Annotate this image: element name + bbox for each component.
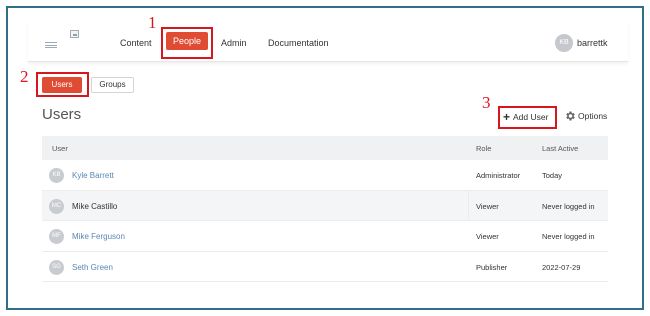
user-role: Viewer	[476, 201, 499, 211]
tab-users[interactable]: Users	[42, 77, 82, 93]
logo-image	[70, 30, 79, 38]
tab-groups[interactable]: Groups	[91, 77, 134, 93]
nav-admin[interactable]: Admin	[221, 38, 247, 48]
add-user-label: Add User	[513, 112, 549, 122]
user-name-link[interactable]: Kyle Barrett	[72, 171, 114, 180]
user-role: Administrator	[476, 171, 521, 180]
nav-content[interactable]: Content	[120, 38, 152, 48]
column-divider	[468, 190, 469, 220]
avatar: MC	[49, 198, 64, 214]
column-header-last-active[interactable]: Last Active	[542, 144, 578, 153]
user-name-link[interactable]: Mike Ferguson	[72, 232, 125, 241]
table-row[interactable]: KB Kyle Barrett Administrator Today	[42, 160, 608, 191]
column-header-role[interactable]: Role	[476, 144, 491, 153]
user-last-active: Never logged in	[542, 201, 595, 211]
users-table: User Role Last Active KB Kyle Barrett Ad…	[42, 136, 608, 282]
page-title: Users	[42, 106, 82, 123]
table-header: User Role Last Active	[42, 136, 608, 160]
options-label: Options	[578, 111, 608, 121]
user-name-link[interactable]: Mike Castillo	[72, 202, 117, 211]
nav-documentation[interactable]: Documentation	[268, 38, 329, 48]
hamburger-menu-icon[interactable]	[45, 42, 57, 48]
plus-icon: +	[503, 110, 511, 124]
user-last-active: Today	[542, 171, 563, 180]
callout-number-2: 2	[20, 67, 29, 86]
callout-number-1: 1	[148, 13, 157, 32]
user-last-active: Never logged in	[542, 232, 595, 241]
options-button[interactable]: Options	[564, 110, 607, 122]
table-row[interactable]: MC Mike Castillo Viewer Never logged in	[42, 190, 608, 221]
avatar: SG	[49, 259, 64, 275]
table-row[interactable]: MF Mike Ferguson Viewer Never logged in	[42, 221, 608, 252]
user-last-active: 2022-07-29	[542, 262, 581, 272]
user-role: Viewer	[476, 232, 499, 241]
avatar: KB	[49, 168, 64, 183]
column-header-user[interactable]: User	[52, 144, 68, 153]
user-avatar[interactable]: KB	[555, 34, 573, 52]
add-user-button[interactable]: + Add User	[503, 110, 548, 124]
avatar: MF	[49, 229, 64, 244]
user-menu-name[interactable]: barrettk	[577, 38, 608, 48]
top-navbar: Content People Admin Documentation KB ba…	[28, 22, 628, 62]
callout-box-people	[161, 27, 213, 59]
table-row[interactable]: SG Seth Green Publisher 2022-07-29	[42, 251, 608, 282]
user-name-link[interactable]: Seth Green	[72, 263, 113, 272]
user-role: Publisher	[476, 262, 508, 272]
gear-icon	[566, 111, 575, 121]
callout-number-3: 3	[482, 93, 491, 112]
